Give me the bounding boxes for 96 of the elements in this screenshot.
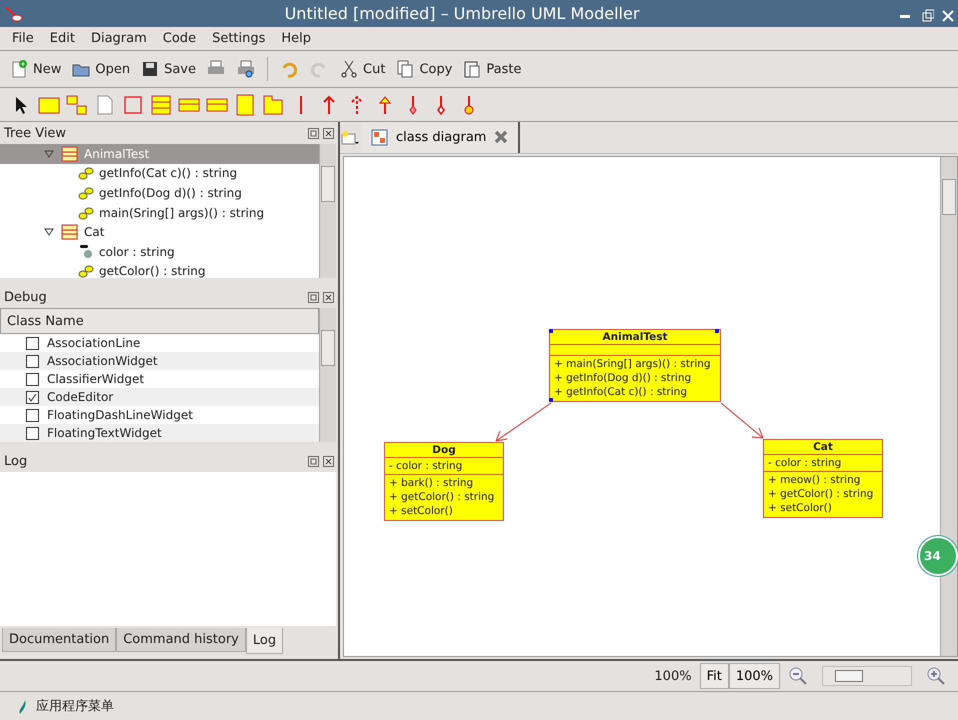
menu-item[interactable]: Diagram [82,31,155,46]
scrollbar[interactable] [319,308,336,442]
box-icon[interactable] [122,94,144,116]
checkbox[interactable] [26,408,39,422]
open-button[interactable]: Open [68,57,134,81]
enum-icon[interactable] [234,94,256,116]
checkbox[interactable] [26,372,39,386]
link-icon [78,166,94,180]
debug-row[interactable]: FloatingTextWidget [0,424,319,442]
expand-caret-icon[interactable] [44,228,54,236]
class-compartments-icon[interactable] [150,94,172,116]
link-icon [78,264,94,278]
dock-title: Debug [4,290,47,304]
package-icon[interactable] [66,94,88,116]
attribute-text: - color : string [768,456,842,470]
attribute-text: - color : string [389,459,462,473]
class-name: FloatingTextWidget [47,426,162,440]
clipboard-icon [462,59,482,79]
association-arrow[interactable] [720,402,764,438]
window-title: Untitled [modified] – Umbrello UML Modeller [284,4,640,23]
zoom-in-icon [926,666,946,686]
class-name: Cat [764,440,882,455]
checkbox[interactable] [26,426,39,440]
menu-item[interactable]: File [4,31,42,46]
class-name: Dog [385,443,503,458]
cut-button[interactable]: Cut [336,57,388,81]
operation-text: + getColor() : string [768,487,874,501]
menu-item[interactable]: Help [273,31,320,46]
operation-text: + getColor() : string [389,490,494,504]
debug-row[interactable]: CodeEditor [0,388,319,406]
float-icon[interactable] [308,456,319,466]
app-logo-icon [4,4,24,24]
printer-magnifier-icon [236,59,256,79]
tree-item[interactable]: color : string [0,242,319,262]
operation-text: + meow() : string [768,473,860,487]
operation-text: + setColor() [768,501,832,515]
close-icon[interactable] [323,292,334,302]
class-diagram-icon [370,128,390,148]
link-icon [78,206,94,220]
zoom-out-icon [788,666,808,686]
class-name: CodeEditor [47,390,114,404]
copy-button[interactable]: Copy [392,57,456,81]
class-name: AssociationWidget [47,354,158,368]
checkbox[interactable] [26,336,39,350]
operation-text: + main(Sring[] args)() : string [554,357,711,371]
reset-zoom-button[interactable]: 100% [728,663,780,689]
tree-item[interactable]: Cat [0,222,319,242]
paste-button[interactable]: Paste [459,57,525,81]
menu-item[interactable]: Settings [204,31,274,46]
class-box[interactable]: AnimalTest + main(Sring[] args)() : string + getInfo(Dog d)() : string + getInfo(Cat c)() : string [549,329,721,402]
minimize-icon [900,14,910,18]
panel-tab[interactable]: Command history [116,628,246,652]
folder-class-icon[interactable] [262,94,284,116]
class-name: ClassifierWidget [47,372,144,386]
class-name: AssociationLine [47,336,140,350]
operation-text: + setColor() [389,504,453,518]
fit-button[interactable]: Fit [700,663,729,689]
zoom-reading: 100% [654,668,692,684]
association-arrow[interactable] [496,402,552,442]
taskbar-menu[interactable]: 应用程序菜单 [36,697,114,715]
close-icon[interactable] [323,456,334,466]
new-button[interactable]: New [6,57,64,81]
copy-pages-icon [395,59,416,79]
dock-title: Log [4,454,28,468]
panel-tab[interactable]: Log [246,628,284,654]
menu-item[interactable]: Edit [42,31,83,46]
class-icon [59,144,79,164]
close-icon[interactable] [323,128,334,138]
save-button[interactable]: Save [137,57,200,81]
panel-tab[interactable]: Documentation [2,628,116,652]
checkbox[interactable] [26,390,39,404]
tree-item[interactable]: getInfo(Dog d)() : string [0,183,319,203]
tree-item[interactable]: getColor() : string [0,262,319,278]
scissors-icon [339,59,360,79]
dock-title: Tree View [4,126,66,140]
link-icon [78,186,94,200]
diagram-tab[interactable]: class diagram [362,122,520,153]
attribute-icon [78,244,94,260]
scrollbar[interactable] [319,144,336,278]
column-header[interactable]: Class Name [0,308,319,334]
operation-text: + getInfo(Cat c)() : string [554,385,687,399]
zoom-slider[interactable] [822,666,912,686]
menu-item[interactable]: Code [154,31,204,46]
tree-item[interactable]: main(Sring[] args)() : string [0,202,319,222]
operation-text: + getInfo(Dog d)() : string [554,371,692,385]
class-box[interactable]: Cat - color : string + meow() : string + getColor() : string + setColor() [763,439,883,518]
class-name: FloatingDashLineWidget [47,408,193,422]
class-box[interactable]: Dog - color : string + bark() : string + getColor() : string + setColor() [384,442,504,521]
float-icon[interactable] [308,128,319,138]
operation-text: + bark() : string [389,476,474,490]
class-icon [59,222,79,242]
scrollbar[interactable] [940,157,957,656]
debug-row[interactable]: AssociationWidget [0,352,319,370]
checkbox[interactable] [26,354,39,368]
tree-item[interactable]: getInfo(Cat c)() : string [0,164,319,184]
float-icon[interactable] [308,292,319,302]
